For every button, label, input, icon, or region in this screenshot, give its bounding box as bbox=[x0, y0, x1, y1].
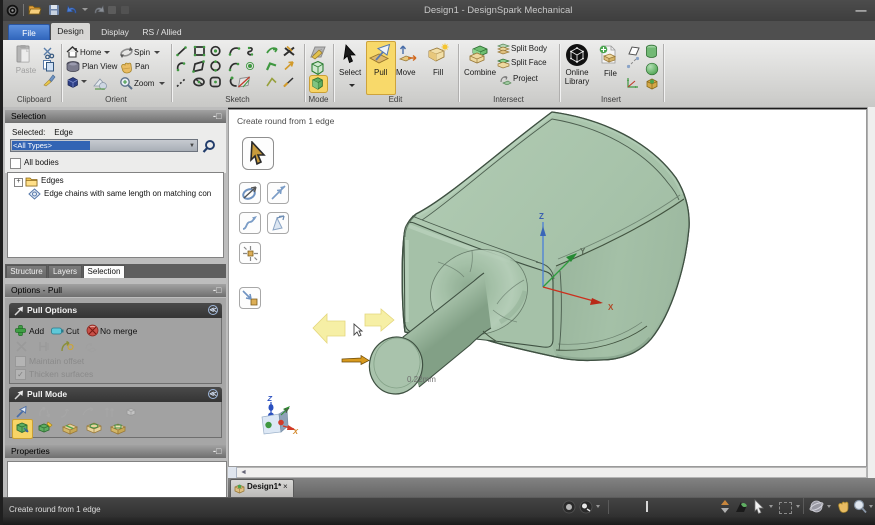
svg-text:0.22mm: 0.22mm bbox=[407, 375, 436, 384]
svg-text:Z: Z bbox=[267, 394, 273, 403]
svg-text:X: X bbox=[292, 427, 299, 436]
svg-text:Z: Z bbox=[539, 212, 544, 221]
svg-text:Y: Y bbox=[580, 247, 586, 256]
svg-text:X: X bbox=[608, 303, 614, 312]
